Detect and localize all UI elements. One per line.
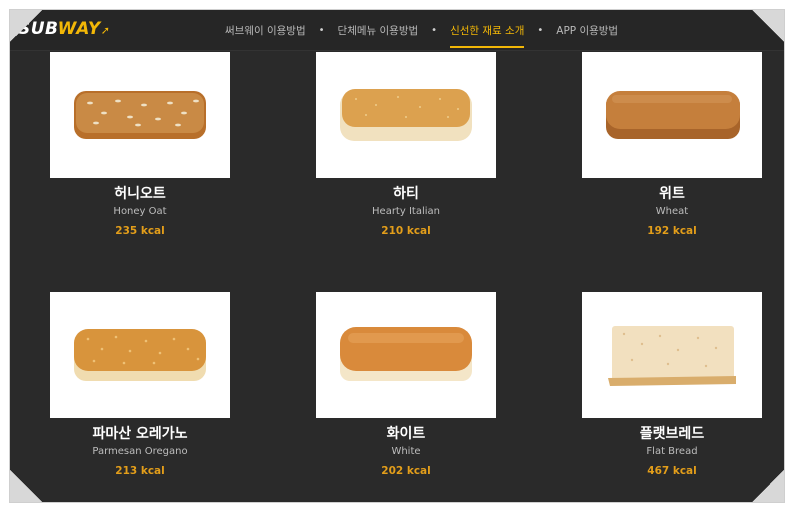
bread-image [316,52,496,178]
bread-name-en: Hearty Italian [372,206,440,217]
bread-name-en: White [391,446,421,457]
nav-item-app-guide[interactable]: APP 이용방법 [556,23,618,38]
nav-item-how-to-use[interactable]: 써브웨이 이용방법 [225,23,306,38]
header: SUBWAY➚ 써브웨이 이용방법 • 단체메뉴 이용방법 • 신선한 재료 소… [10,10,784,51]
corner-fold [752,10,784,42]
hearty-italian-bread-icon [340,89,472,141]
honey-oat-bread-icon [74,91,206,139]
main-nav: 써브웨이 이용방법 • 단체메뉴 이용방법 • 신선한 재료 소개 • APP … [225,23,618,48]
bread-kcal: 192 kcal [647,225,697,237]
bread-kcal: 467 kcal [647,465,697,477]
white-bread-icon [340,327,472,381]
bread-kcal: 235 kcal [115,225,165,237]
nav-item-fresh-ingredients[interactable]: 신선한 재료 소개 [450,23,525,48]
bread-name-en: Flat Bread [646,446,698,457]
bread-card-honey-oat[interactable]: 허니오트 Honey Oat 235 kcal [50,52,230,237]
bread-image [582,52,762,178]
wheat-bread-icon [606,91,740,139]
nav-separator: • [431,25,438,36]
bread-name-ko: 허니오트 [114,186,166,202]
corner-fold [752,470,784,502]
bread-name-en: Wheat [655,206,689,217]
page-frame: SUBWAY➚ 써브웨이 이용방법 • 단체메뉴 이용방법 • 신선한 재료 소… [10,10,784,502]
parmesan-oregano-bread-icon [74,329,206,381]
bread-kcal: 202 kcal [381,465,431,477]
bread-name-ko: 위트 [659,186,685,202]
corner-fold [10,10,42,42]
bread-kcal: 210 kcal [381,225,431,237]
bread-card-hearty-italian[interactable]: 하티 Hearty Italian 210 kcal [316,52,496,237]
bread-card-parmesan-oregano[interactable]: 파마산 오레가노 Parmesan Oregano 213 kcal [50,292,230,477]
bread-kcal: 213 kcal [115,465,165,477]
bread-image [316,292,496,418]
bread-card-wheat[interactable]: 위트 Wheat 192 kcal [582,52,762,237]
bread-name-ko: 하티 [393,186,419,202]
bread-card-flat-bread[interactable]: 플랫브레드 Flat Bread 467 kcal [582,292,762,477]
flat-bread-icon [608,326,736,386]
bread-card-white[interactable]: 화이트 White 202 kcal [316,292,496,477]
nav-separator: • [318,25,325,36]
logo-text-way: WAY [57,19,101,39]
bread-image [50,52,230,178]
bread-name-en: Honey Oat [113,206,167,217]
logo-arrow-icon: ➚ [100,24,111,37]
bread-image [582,292,762,418]
bread-name-ko: 파마산 오레가노 [92,426,188,442]
nav-separator: • [537,25,544,36]
corner-fold [10,470,42,502]
bread-image [50,292,230,418]
nav-item-group-menu[interactable]: 단체메뉴 이용방법 [338,23,419,38]
bread-name-ko: 화이트 [386,426,426,442]
bread-name-ko: 플랫브레드 [639,426,705,442]
bread-name-en: Parmesan Oregano [92,446,188,457]
